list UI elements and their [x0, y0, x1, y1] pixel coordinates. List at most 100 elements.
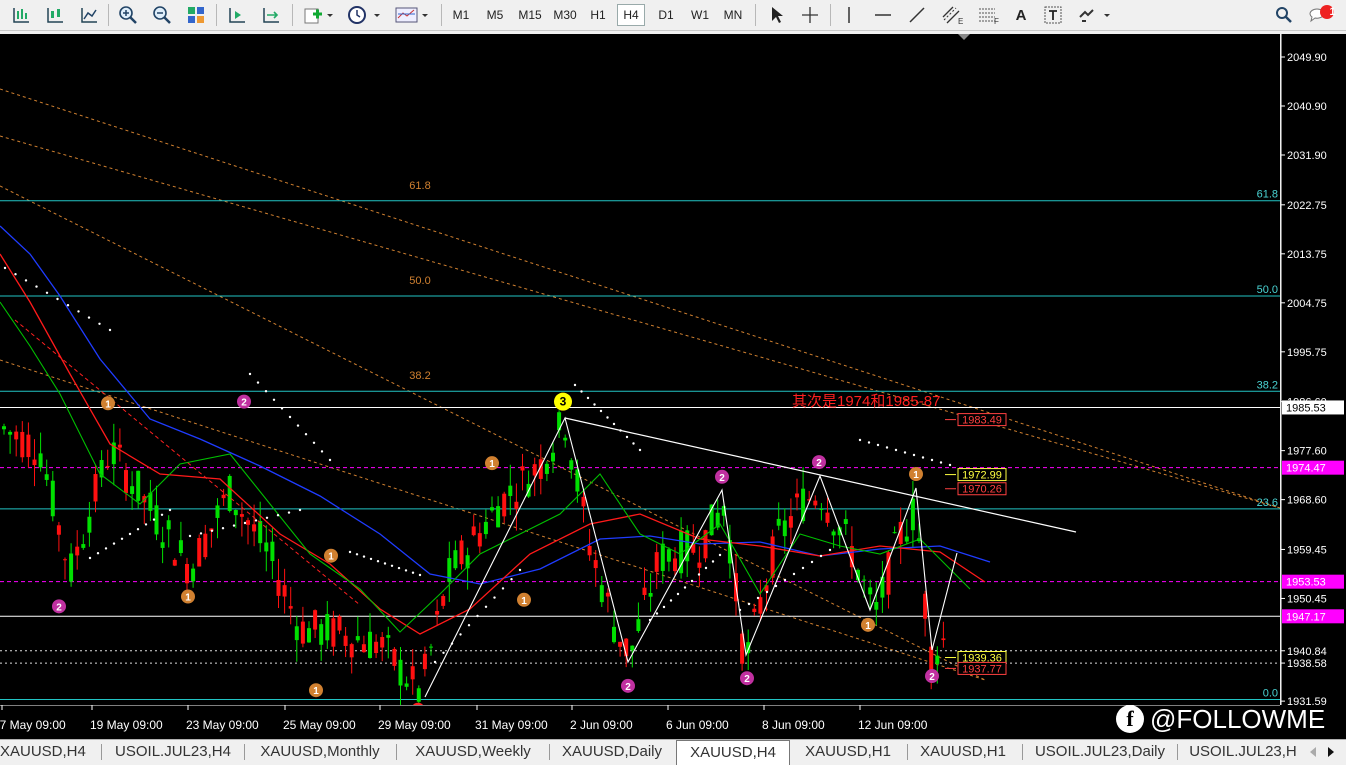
wave-label: 1: [517, 592, 531, 607]
sar-dot: [484, 605, 488, 608]
line-chart-icon[interactable]: [76, 4, 102, 26]
templates-icon[interactable]: [392, 4, 432, 26]
candle-body: [331, 618, 336, 647]
candle-body: [233, 510, 238, 516]
candle-body: [197, 538, 202, 567]
candle-body: [172, 559, 177, 566]
timeframe-h4-button[interactable]: H4: [617, 4, 645, 26]
sar-dot: [599, 409, 603, 413]
inline-tag-text: 1970.26: [962, 484, 1002, 496]
tab-xauusd-h4-active[interactable]: XAUUSD,H4: [676, 740, 790, 765]
vertical-line-icon[interactable]: [836, 4, 862, 26]
candle-body: [307, 628, 311, 643]
candle-body: [239, 514, 244, 517]
sar-dot: [669, 599, 673, 602]
inline-tag-text: 1983.49: [962, 415, 1002, 427]
candle-body: [490, 507, 494, 511]
candle-body: [666, 549, 671, 562]
sar-dot: [243, 521, 247, 525]
timeframe-m1-button[interactable]: M1: [447, 4, 475, 26]
sar-dot: [593, 403, 596, 406]
price-axis[interactable]: 2049.90 2040.90 2031.90 2022.75 2013.75 2004.…: [1280, 34, 1346, 708]
zoom-in-icon[interactable]: [115, 4, 141, 26]
sar-dot: [704, 566, 708, 570]
price-tick-label: 2049.90: [1287, 52, 1327, 64]
tab-usoil-daily[interactable]: USOIL.JUL23,Daily: [1025, 742, 1175, 762]
candle-body: [471, 526, 476, 536]
sar-dot: [810, 560, 814, 564]
chart-canvas[interactable]: 61.8 50.0 38.2 61.8 50.0 38.2 23.6 0.0 1 2 2 1 1 1 1 1 3…: [0, 34, 1280, 705]
candle-body: [270, 541, 275, 562]
tab-usoil-h4[interactable]: USOIL.JUL23,H4: [104, 742, 242, 762]
tab-xauusd-monthly[interactable]: XAUUSD,Monthly: [247, 742, 393, 762]
price-tag-text: 1985.53: [1286, 402, 1326, 414]
search-icon[interactable]: [1272, 4, 1296, 26]
sar-dot: [320, 450, 324, 453]
timeframe-m30-button[interactable]: M30: [549, 4, 581, 26]
trendline-icon[interactable]: [904, 4, 930, 26]
tabs-scroll-right-icon[interactable]: [1324, 742, 1338, 762]
channel-line: [0, 135, 1280, 509]
price-tick-label: 2013.75: [1287, 249, 1327, 261]
sar-dot: [280, 407, 284, 410]
fib-level-label: 23.6: [1257, 497, 1278, 509]
cursor-arrow-icon[interactable]: [763, 4, 789, 26]
sar-dot: [152, 518, 156, 521]
sar-dot: [199, 532, 203, 535]
arrows-menu-icon[interactable]: [1074, 4, 1114, 26]
crosshair-icon[interactable]: [797, 4, 823, 26]
horizontal-line-icon[interactable]: [870, 4, 896, 26]
timeframe-d1-button[interactable]: D1: [652, 4, 680, 26]
periods-clock-icon[interactable]: [344, 4, 384, 26]
timeframe-m15-button[interactable]: M15: [514, 4, 546, 26]
toolbar: M1 M5 M15 M30 H1 H4 D1 W1 MN E F A 1: [0, 0, 1346, 31]
sar-dot: [921, 456, 925, 459]
equidistant-channel-icon[interactable]: E: [938, 4, 968, 26]
sar-dot: [221, 527, 225, 530]
wave-label-number: 1: [489, 459, 495, 470]
candle-body: [819, 509, 824, 511]
indicators-icon[interactable]: [300, 4, 336, 26]
chart-shift-icon[interactable]: [224, 4, 250, 26]
tab-xauusd-h1-2[interactable]: XAUUSD,H1: [910, 742, 1016, 762]
wave-label: 1: [909, 467, 923, 482]
price-tick-label: 2031.90: [1287, 150, 1327, 162]
tabs-scroll-left-icon[interactable]: [1306, 742, 1320, 762]
sar-dot: [442, 651, 445, 654]
candle-body: [483, 521, 488, 535]
sar-dot: [632, 442, 635, 445]
bar-chart-icon[interactable]: [8, 4, 34, 26]
tab-usoil-partial[interactable]: USOIL.JUL23,H: [1181, 742, 1305, 762]
wave-label-number: 1: [313, 686, 319, 697]
channel-line: [0, 88, 1280, 509]
tab-xauusd-weekly[interactable]: XAUUSD,Weekly: [399, 742, 547, 762]
autoscroll-icon[interactable]: [258, 4, 284, 26]
channel-line: [0, 185, 986, 681]
zoom-out-icon[interactable]: [149, 4, 175, 26]
candle-body: [459, 540, 464, 565]
candle-body: [325, 614, 330, 641]
tile-windows-icon[interactable]: [183, 4, 209, 26]
candle-body: [935, 655, 940, 664]
timeframe-m5-button[interactable]: M5: [480, 4, 510, 26]
tab-xauusd-h4-1[interactable]: XAUUSD,H4: [0, 742, 100, 762]
sar-dot: [272, 398, 276, 401]
timeframe-h1-button[interactable]: H1: [585, 4, 611, 26]
candle-body: [313, 610, 318, 630]
sar-dot: [24, 279, 28, 282]
text-tool-icon[interactable]: A: [1010, 4, 1032, 26]
fibonacci-icon[interactable]: F: [974, 4, 1004, 26]
tab-xauusd-daily[interactable]: XAUUSD,Daily: [552, 742, 672, 762]
wave-label: 1: [101, 396, 115, 411]
price-chart: 61.8 50.0 38.2 61.8 50.0 38.2 23.6 0.0 1 2 2 1 1 1 1 1 3…: [0, 34, 1280, 705]
notifications-icon[interactable]: 1: [1306, 4, 1340, 26]
text-label-icon[interactable]: [1040, 4, 1066, 26]
sar-dot: [948, 463, 952, 467]
sar-dot: [87, 316, 91, 319]
candle-body: [246, 520, 250, 525]
candlestick-icon[interactable]: [42, 4, 68, 26]
tab-xauusd-h1-1[interactable]: XAUUSD,H1: [795, 742, 901, 762]
timeframe-mn-button[interactable]: MN: [719, 4, 747, 26]
wave-label-number: 2: [241, 398, 247, 409]
timeframe-w1-button[interactable]: W1: [686, 4, 714, 26]
